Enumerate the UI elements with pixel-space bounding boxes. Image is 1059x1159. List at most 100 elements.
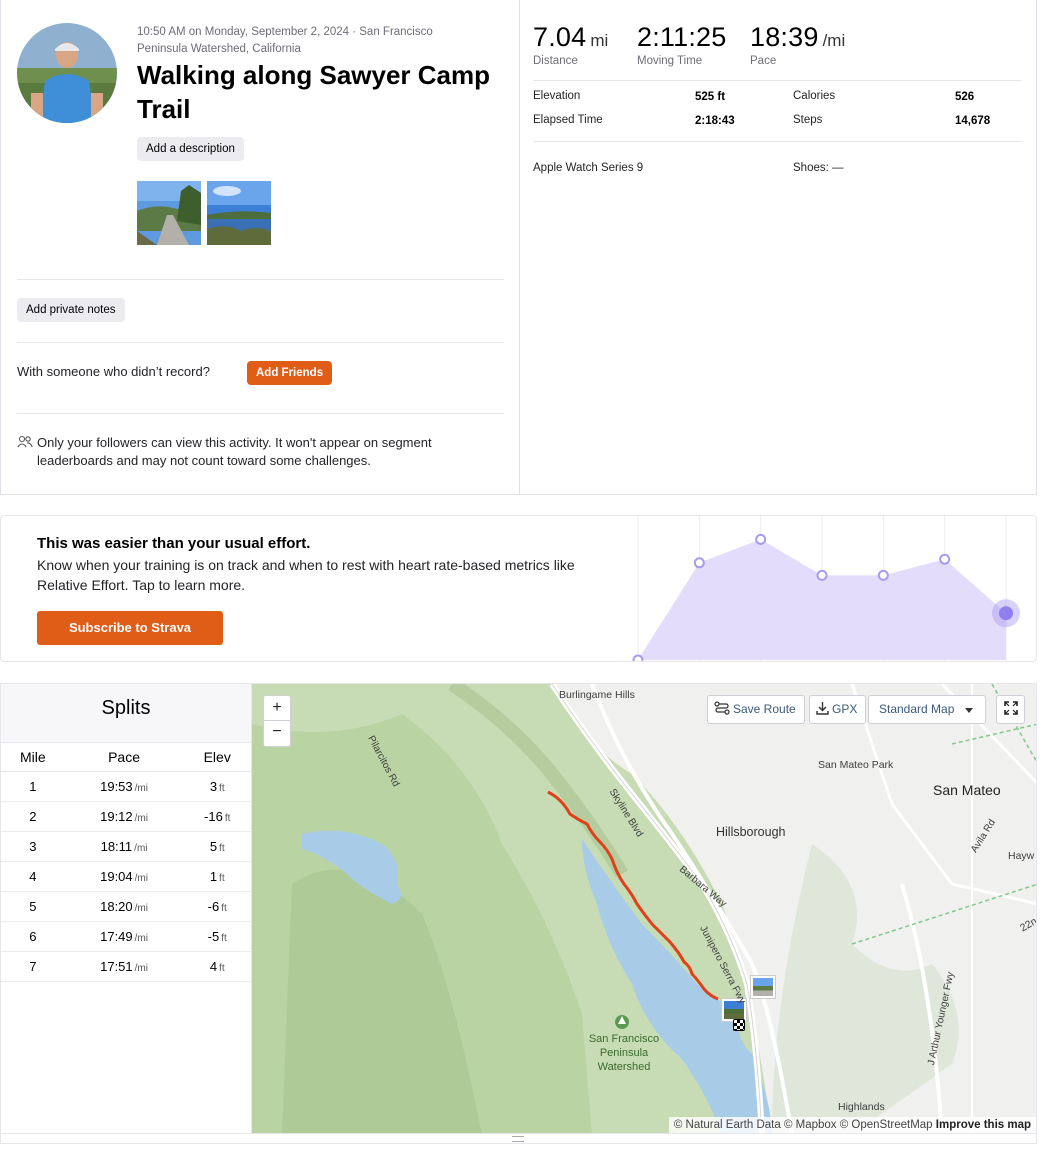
split-elev: 3 ft	[183, 771, 251, 802]
subscribe-button[interactable]: Subscribe to Strava	[37, 611, 223, 645]
distance-stat: 7.04 mi Distance	[533, 22, 608, 67]
splits-panel: Splits Mile Pace Elev 1 19:53/mi 3 ft 2 19:12…	[0, 683, 251, 1134]
split-mile: 6	[1, 921, 65, 952]
elapsed-time-value: 2:18:43	[695, 115, 735, 127]
zoom-in-button[interactable]: +	[263, 695, 291, 721]
split-elev-value: 3	[209, 778, 218, 794]
split-elev: 4 ft	[183, 951, 251, 982]
split-row[interactable]: 4 19:04/mi 1 ft	[1, 861, 251, 892]
split-row[interactable]: 5 18:20/mi -6 ft	[1, 891, 251, 922]
map-style-label: Standard Map	[879, 702, 955, 716]
elev-unit: ft	[219, 962, 225, 974]
elapsed-time-label: Elapsed Time	[533, 114, 603, 126]
mile-column-header: Mile	[1, 743, 65, 772]
split-elev: -16 ft	[183, 801, 251, 832]
elev-unit: ft	[221, 902, 227, 914]
split-pace-value: 17:49	[100, 928, 133, 944]
moving-time-label: Moving Time	[637, 55, 703, 67]
effort-title: This was easier than your usual effort.	[37, 535, 311, 552]
split-row[interactable]: 3 18:11/mi 5 ft	[1, 831, 251, 862]
improve-map-link[interactable]: Improve this map	[936, 1119, 1031, 1131]
caret-down-icon	[965, 708, 973, 713]
split-elev: -5 ft	[183, 921, 251, 952]
pace-unit: /mi	[134, 902, 148, 914]
split-mile: 3	[1, 831, 65, 862]
elev-unit: ft	[219, 842, 225, 854]
elevation-value: 525 ft	[695, 91, 726, 103]
avatar[interactable]	[17, 23, 117, 123]
moving-time-stat: 2:11:25 Moving Time	[637, 22, 726, 67]
activity-title[interactable]: Walking along Sawyer Camp Trail	[137, 58, 507, 126]
photo-thumbnail[interactable]	[137, 181, 201, 245]
relative-effort-card[interactable]: This was easier than your usual effort. …	[0, 515, 1037, 662]
route-map[interactable]: Burlingame Hills San Mateo Park San Mate…	[251, 683, 1037, 1134]
split-elev-value: -6	[207, 898, 220, 914]
split-elev-value: 4	[209, 958, 218, 974]
split-pace: 17:49/mi	[64, 921, 184, 952]
effort-point	[693, 557, 705, 569]
split-mile: 7	[1, 951, 65, 982]
pace-value: 18:39	[750, 22, 819, 52]
split-row[interactable]: 7 17:51/mi 4 ft	[1, 951, 251, 982]
pace-unit: /mi	[134, 842, 148, 854]
pace-unit: /mi	[134, 962, 148, 974]
split-mile: 5	[1, 891, 65, 922]
split-pace: 19:04/mi	[64, 861, 184, 892]
gpx-download-button[interactable]: GPX	[809, 695, 867, 724]
split-elev: -6 ft	[183, 891, 251, 922]
split-pace-value: 18:20	[100, 898, 133, 914]
calories-value: 526	[955, 91, 975, 103]
elev-unit: ft	[219, 872, 225, 884]
elev-unit: ft	[221, 932, 227, 944]
split-pace: 17:51/mi	[64, 951, 184, 982]
map-style-select[interactable]: Standard Map	[868, 695, 986, 724]
steps-value: 14,678	[955, 115, 991, 127]
distance-label: Distance	[533, 55, 578, 67]
map-label: Hayw	[1008, 850, 1035, 862]
pace-column-header: Pace	[64, 743, 184, 772]
gpx-label: GPX	[832, 702, 858, 716]
effort-point	[877, 569, 889, 581]
divider	[17, 413, 504, 414]
fullscreen-button[interactable]	[996, 695, 1025, 724]
elev-column-header: Elev	[183, 743, 251, 772]
map-label: Highlands	[838, 1101, 885, 1113]
map-label: San Mateo	[933, 782, 1001, 798]
zoom-out-button[interactable]: −	[263, 721, 291, 747]
split-row[interactable]: 2 19:12/mi -16 ft	[1, 801, 251, 832]
attribution-text: © Natural Earth Data © Mapbox © OpenStre…	[673, 1119, 933, 1131]
add-description-button[interactable]: Add a description	[137, 137, 244, 161]
relative-effort-chart	[632, 516, 1020, 661]
pace-unit: /mi	[134, 872, 148, 884]
map-label: San Mateo Park	[818, 759, 894, 771]
steps-label: Steps	[793, 114, 823, 126]
drag-handle-icon[interactable]	[512, 1136, 524, 1142]
effort-point	[816, 569, 828, 581]
effort-description: Know when your training is on track and …	[37, 557, 575, 593]
photo-thumbnail[interactable]	[207, 181, 271, 245]
split-elev-value: 1	[209, 868, 218, 884]
split-row[interactable]: 1 19:53/mi 3 ft	[1, 771, 251, 802]
split-elev-value: -16	[204, 808, 223, 824]
activity-meta: 10:50 AM on Monday, September 2, 2024 · …	[137, 26, 433, 55]
split-pace-value: 19:12	[100, 808, 133, 824]
privacy-text: Only your followers can view this activi…	[37, 435, 432, 468]
splits-header-row: Mile Pace Elev	[1, 743, 251, 772]
save-route-label: Save Route	[733, 702, 796, 716]
elev-unit: ft	[224, 812, 231, 824]
splits-table: Mile Pace Elev 1 19:53/mi 3 ft 2 19:12/mi -16 f…	[1, 743, 251, 982]
add-private-notes-button[interactable]: Add private notes	[17, 298, 125, 322]
map-photo-marker[interactable]	[750, 975, 776, 999]
split-mile: 4	[1, 861, 65, 892]
shoes-info: Shoes: —	[793, 162, 844, 174]
add-friends-button[interactable]: Add Friends	[247, 361, 333, 385]
effort-point-current	[999, 606, 1013, 621]
pace-unit: /mi	[134, 812, 148, 824]
save-route-button[interactable]: Save Route	[707, 695, 805, 724]
distance-unit: mi	[590, 31, 609, 50]
split-mile: 2	[1, 801, 65, 832]
split-row[interactable]: 6 17:49/mi -5 ft	[1, 921, 251, 952]
split-elev: 5 ft	[183, 831, 251, 862]
fullscreen-icon	[1003, 701, 1018, 715]
map-label: Hillsborough	[716, 825, 786, 839]
